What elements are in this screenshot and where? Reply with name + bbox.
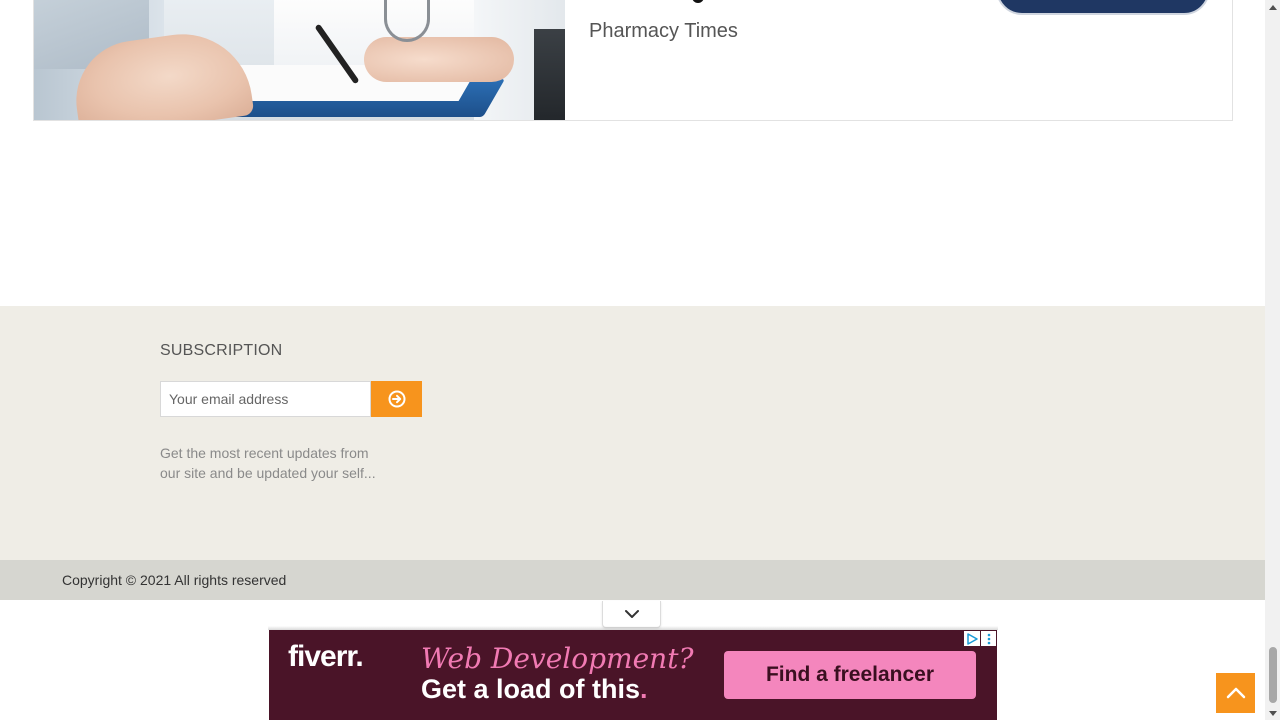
copyright-text: Copyright © 2021 All rights reserved [62,572,287,588]
article-card[interactable]: Pharmacy Times [33,0,1233,121]
ad-headline: Web Development? [421,642,694,675]
ad-collapse-toggle[interactable] [602,601,661,628]
image-dark-edge [534,29,565,120]
subscription-description: Get the most recent updates from our sit… [160,445,376,481]
subscribe-button[interactable] [371,381,422,417]
image-doctor-hand [364,37,514,82]
vertical-dots-icon[interactable] [981,631,996,646]
fiverr-logo[interactable]: fiverr. [288,640,364,674]
back-to-top-button[interactable] [1216,673,1255,713]
scroll-up-arrow[interactable] [1265,0,1280,14]
article-source: Pharmacy Times [589,20,738,42]
scrollbar-thumb[interactable] [1269,647,1277,703]
ad-subline: Get a load of this. [421,674,648,705]
ad-subline-dot: . [640,674,648,704]
email-input[interactable] [160,381,371,417]
find-freelancer-button[interactable]: Find a freelancer [724,651,976,699]
read-more-button[interactable] [996,0,1210,15]
chevron-up-icon [1226,687,1245,699]
chevron-down-icon [624,610,639,618]
ad-subline-text: Get a load of this [421,674,641,704]
adchoices-icon[interactable] [964,631,980,646]
article-image[interactable] [34,0,565,120]
fiverr-logo-dot: . [355,640,363,673]
arrow-circle-right-icon [388,390,405,408]
fiverr-logo-text: fiverr [288,640,356,673]
title-glyph-fragment [692,0,704,3]
subscription-title: SUBSCRIPTION [160,342,283,359]
scroll-down-arrow[interactable] [1265,706,1280,720]
page-scrollbar[interactable] [1265,0,1280,720]
